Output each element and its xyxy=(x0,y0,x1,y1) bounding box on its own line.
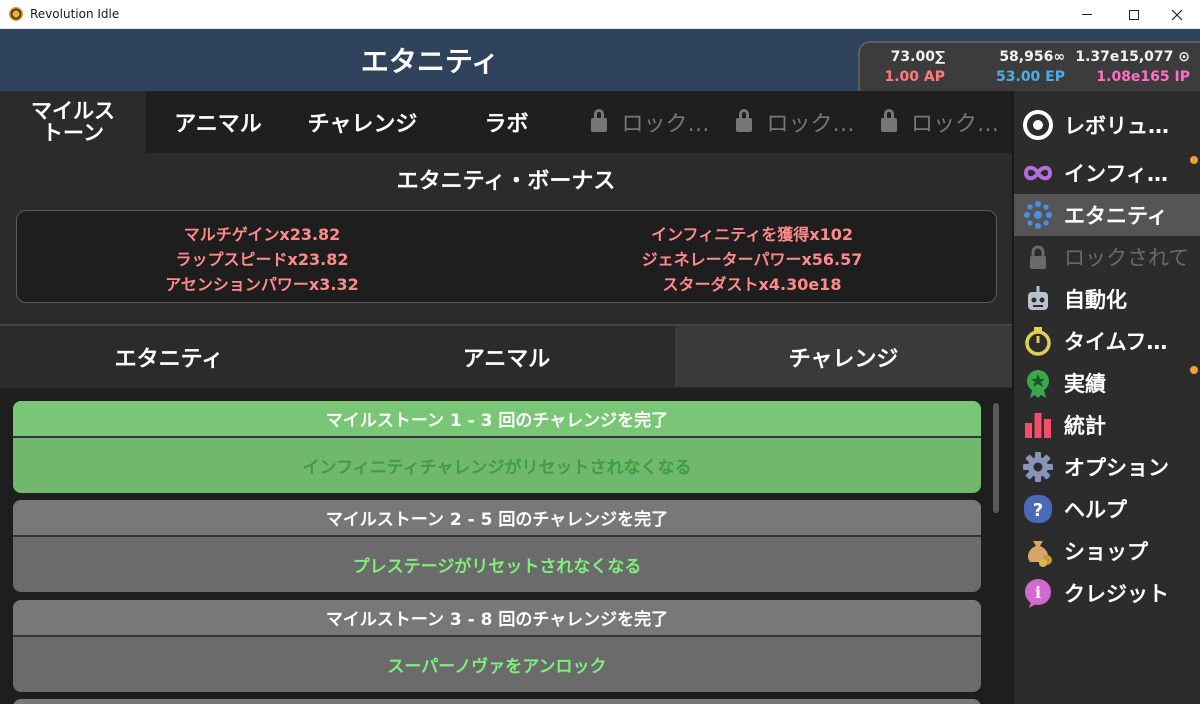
infinity-value: 58,956∞ xyxy=(999,49,1065,65)
bonus-generator-power: ジェネレーターパワーx56.57 xyxy=(641,250,863,269)
sidebar-item-revolution[interactable]: レボリュ… xyxy=(1014,104,1200,146)
sidebar-item-label: オプション xyxy=(1064,456,1169,480)
sidebar-item-label: 統計 xyxy=(1064,414,1106,438)
bar-chart-icon xyxy=(1022,409,1054,441)
title-bar: Revolution Idle xyxy=(0,0,1200,29)
tab-locked-label: ロック… xyxy=(910,112,999,137)
sidebar-item-statistics[interactable]: 統計 xyxy=(1014,404,1200,446)
milestone-title: マイルストーン 2 - 5 回のチャレンジを完了 xyxy=(13,500,981,537)
milestone-reward: プレステージがリセットされなくなる xyxy=(352,557,642,577)
ip-value: 1.08e165 IP xyxy=(1096,69,1190,85)
bonus-panel: マルチゲインx23.82 ラップスピードx23.82 アセンションパワーx3.3… xyxy=(16,210,997,303)
notification-dot xyxy=(1190,156,1198,164)
page-title: エタニティ xyxy=(360,45,500,78)
infinity-icon xyxy=(1022,157,1054,189)
tab-challenge[interactable]: チャレンジ xyxy=(290,91,435,153)
lock-icon xyxy=(1022,241,1054,273)
milestone-title-partial xyxy=(13,699,981,704)
tab-locked-2[interactable]: ロック… xyxy=(723,91,868,153)
bonus-multigain: マルチゲインx23.82 xyxy=(183,225,341,244)
medal-icon xyxy=(1022,367,1054,399)
bonus-ascension-power: アセンションパワーx3.32 xyxy=(165,275,359,294)
tab-milestones[interactable]: マイルス トーン xyxy=(0,91,146,153)
bonus-lap-speed: ラップスピードx23.82 xyxy=(175,250,349,269)
sidebar-item-label: ショップ xyxy=(1064,540,1148,564)
sidebar: レボリュ… インフィ… エタニティ ロックされて 自動化 タイムフ… 実績 統計… xyxy=(1012,91,1200,704)
ap-value: 1.00 AP xyxy=(884,69,945,85)
subtab-animal[interactable]: アニマル xyxy=(338,326,675,387)
milestone-card: マイルストーン 3 - 8 回のチャレンジを完了 スーパーノヴァをアンロック xyxy=(13,600,981,692)
ep-value: 53.00 EP xyxy=(996,69,1065,85)
sidebar-item-eternity[interactable]: エタニティ xyxy=(1014,194,1200,236)
revolution-icon xyxy=(1022,109,1054,141)
lock-icon xyxy=(880,109,897,132)
minimize-button[interactable] xyxy=(1064,0,1110,29)
app-icon xyxy=(9,7,23,21)
milestone-card: マイルストーン 2 - 5 回のチャレンジを完了 プレステージがリセットされなく… xyxy=(13,500,981,592)
sidebar-item-automation[interactable]: 自動化 xyxy=(1014,278,1200,320)
bonus-infinity-gain: インフィニティを獲得x102 xyxy=(651,225,853,244)
tab-lab[interactable]: ラボ xyxy=(435,91,578,153)
notification-dot xyxy=(1190,366,1198,374)
subtab-eternity[interactable]: エタニティ xyxy=(0,326,338,387)
window-title: Revolution Idle xyxy=(30,7,120,21)
sigma-value: 73.00∑ xyxy=(890,49,945,65)
minimize-icon xyxy=(1082,14,1092,15)
milestone-card: マイルストーン 1 - 3 回のチャレンジを完了 インフィニティチャレンジがリセ… xyxy=(13,401,981,493)
bonus-title: エタニティ・ボーナス xyxy=(396,169,616,194)
app-window: Revolution Idle エタニティ 73.00∑ 58,956∞ 1.3… xyxy=(0,0,1200,704)
sidebar-item-label: 実績 xyxy=(1064,372,1106,396)
sidebar-item-label: 自動化 xyxy=(1064,288,1127,312)
scrollbar[interactable] xyxy=(993,403,999,513)
tab-animal[interactable]: アニマル xyxy=(146,91,290,153)
milestone-reward: スーパーノヴァをアンロック xyxy=(387,657,607,677)
lock-icon xyxy=(591,109,608,132)
tab-locked-label: ロック… xyxy=(766,112,855,137)
maximize-icon xyxy=(1129,9,1139,20)
sidebar-item-label: ヘルプ xyxy=(1064,498,1127,522)
sidebar-item-time-flux[interactable]: タイムフ… xyxy=(1014,320,1200,362)
sidebar-item-credits[interactable]: i クレジット xyxy=(1014,572,1200,614)
gear-icon xyxy=(1022,451,1054,483)
sidebar-item-label: ロックされて xyxy=(1064,246,1190,270)
svg-text:?: ? xyxy=(1033,500,1043,521)
milestone-reward: インフィニティチャレンジがリセットされなくなる xyxy=(302,458,692,478)
sidebar-item-achievements[interactable]: 実績 xyxy=(1014,362,1200,404)
sidebar-item-options[interactable]: オプション xyxy=(1014,446,1200,488)
sidebar-item-infinity[interactable]: インフィ… xyxy=(1014,152,1200,194)
svg-text:i: i xyxy=(1035,583,1041,602)
top-tab-bar: マイルス トーン アニマル チャレンジ ラボ ロック… ロック… ロック… xyxy=(0,91,1012,153)
sidebar-item-label: レボリュ… xyxy=(1064,114,1169,138)
currency-panel: 73.00∑ 58,956∞ 1.37e15,077 ⊙ 1.00 AP 53.… xyxy=(858,41,1200,91)
sidebar-item-locked: ロックされて xyxy=(1014,236,1200,278)
maximize-button[interactable] xyxy=(1111,0,1157,29)
sidebar-item-label: タイムフ… xyxy=(1064,330,1168,354)
lock-icon xyxy=(736,109,753,132)
tab-locked-1[interactable]: ロック… xyxy=(578,91,723,153)
close-button[interactable] xyxy=(1154,0,1200,29)
milestone-list[interactable]: マイルストーン 1 - 3 回のチャレンジを完了 インフィニティチャレンジがリセ… xyxy=(0,388,1012,704)
sidebar-item-help[interactable]: ? ヘルプ xyxy=(1014,488,1200,530)
tab-locked-3[interactable]: ロック… xyxy=(868,91,1012,153)
milestone-title: マイルストーン 1 - 3 回のチャレンジを完了 xyxy=(13,401,981,438)
sidebar-item-label: クレジット xyxy=(1064,582,1169,606)
robot-icon xyxy=(1022,283,1054,315)
header: エタニティ 73.00∑ 58,956∞ 1.37e15,077 ⊙ 1.00 … xyxy=(0,29,1200,91)
info-icon: i xyxy=(1022,577,1054,609)
sidebar-item-label: エタニティ xyxy=(1064,204,1168,228)
stopwatch-icon xyxy=(1022,325,1054,357)
close-icon xyxy=(1171,9,1183,20)
eternity-icon xyxy=(1022,199,1054,231)
bonus-stardust: スターダストx4.30e18 xyxy=(662,275,842,294)
milestone-title: マイルストーン 3 - 8 回のチャレンジを完了 xyxy=(13,600,981,637)
subtab-challenge[interactable]: チャレンジ xyxy=(675,326,1012,387)
tab-locked-label: ロック… xyxy=(621,112,710,137)
milestone-card-partial xyxy=(13,699,981,704)
revolution-value: 1.37e15,077 ⊙ xyxy=(1075,49,1190,65)
help-icon: ? xyxy=(1022,493,1054,525)
money-bag-icon xyxy=(1022,535,1054,567)
sidebar-item-shop[interactable]: ショップ xyxy=(1014,530,1200,572)
sidebar-item-label: インフィ… xyxy=(1064,162,1168,186)
